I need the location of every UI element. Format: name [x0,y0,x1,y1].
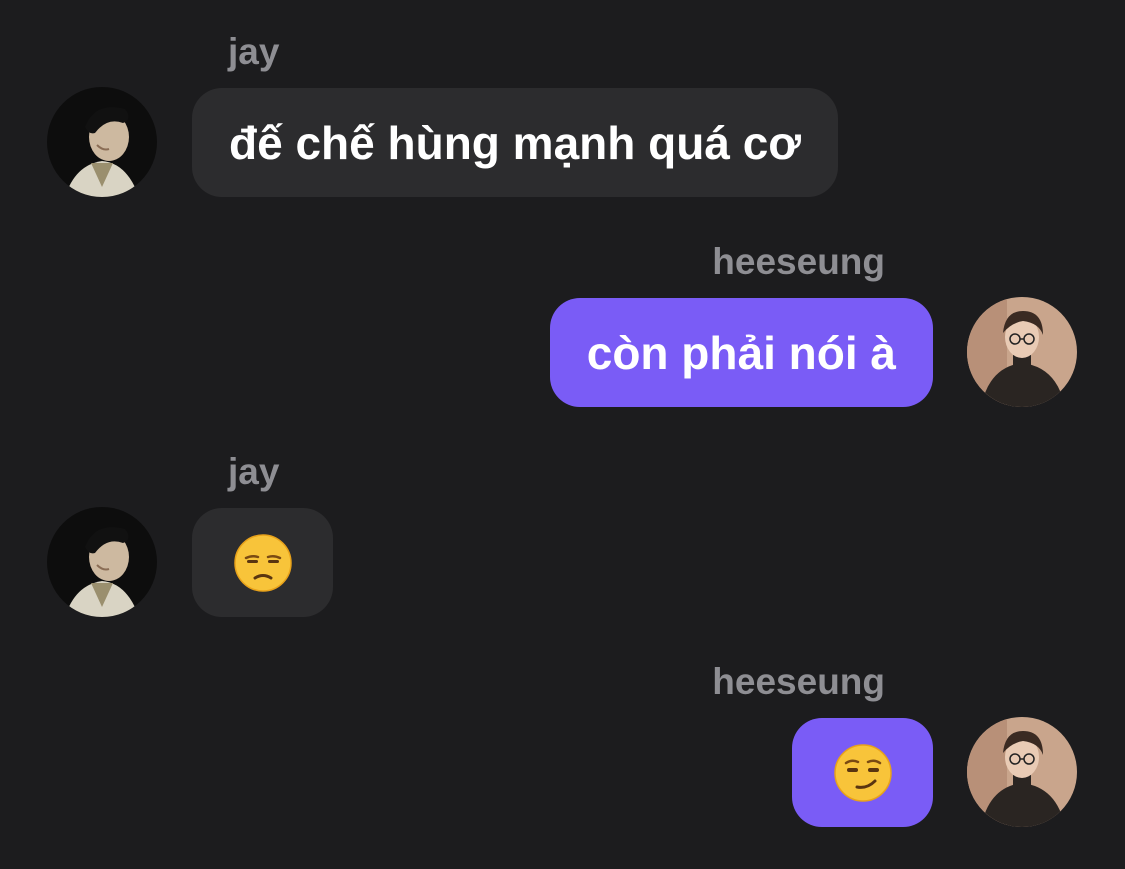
heeseung-avatar-icon [967,297,1077,407]
smirking-face-icon [833,743,892,802]
sender-name: jay [228,31,280,72]
message-text: còn phải nói à [586,326,896,379]
avatar-jay[interactable] [47,87,157,197]
message-text: đế chế hùng mạnh quá cơ [229,116,801,169]
message-bubble[interactable] [192,508,333,617]
avatar-heeseung[interactable] [967,297,1077,407]
jay-avatar-icon [47,87,157,197]
message-bubble[interactable]: đế chế hùng mạnh quá cơ [192,88,838,197]
jay-avatar-icon [47,507,157,617]
message-bubble[interactable] [792,718,933,827]
sender-name: heeseung [712,661,885,702]
heeseung-avatar-icon [967,717,1077,827]
sender-name: jay [228,451,280,492]
avatar-jay[interactable] [47,507,157,617]
unamused-face-icon [233,533,292,592]
sender-name: heeseung [712,241,885,282]
avatar-heeseung[interactable] [967,717,1077,827]
message-bubble[interactable]: còn phải nói à [549,298,933,407]
chat-thread: jay đế chế hùng mạnh quá cơ heeseung còn… [0,0,1125,869]
